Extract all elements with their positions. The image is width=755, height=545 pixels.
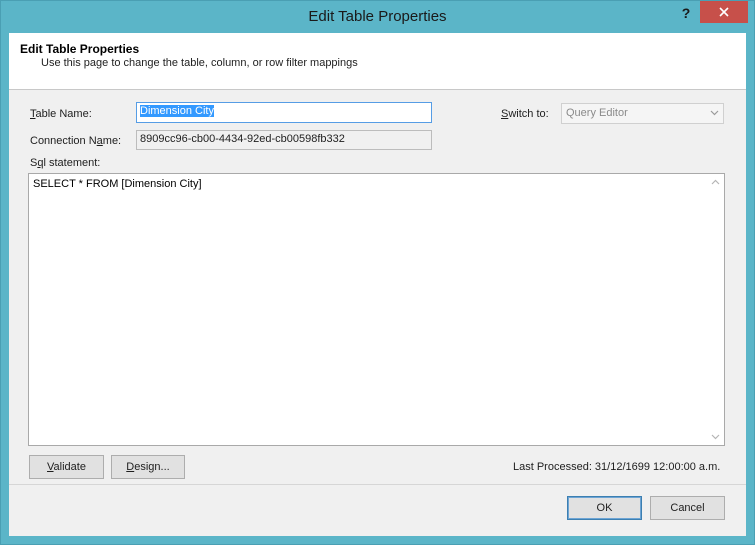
validate-label: alidate <box>53 461 86 473</box>
table-name-label: Table Name: <box>30 108 92 120</box>
connection-name-label: Connection Name: <box>30 135 121 147</box>
last-processed-text: Last Processed: 31/12/1699 12:00:00 a.m. <box>513 461 721 473</box>
scroll-up-icon[interactable] <box>710 177 721 188</box>
switch-to-dropdown[interactable]: Query Editor <box>561 103 724 124</box>
table-name-input[interactable]: Dimension City <box>136 102 432 123</box>
chevron-down-icon <box>710 110 719 116</box>
validate-button[interactable]: Validate <box>29 455 104 479</box>
switch-to-value: Query Editor <box>566 107 628 119</box>
sql-statement-label: Sql statement: <box>30 157 100 169</box>
switch-to-label-text: witch to: <box>508 108 549 120</box>
design-button[interactable]: Design... <box>111 455 185 479</box>
vertical-scrollbar[interactable] <box>707 174 724 445</box>
cancel-button[interactable]: Cancel <box>650 496 725 520</box>
dialog-body: Edit Table Properties Use this page to c… <box>9 33 746 536</box>
close-button[interactable] <box>700 1 748 23</box>
header-panel: Edit Table Properties Use this page to c… <box>9 33 746 90</box>
header-subtitle: Use this page to change the table, colum… <box>41 57 358 69</box>
sql-statement-editor[interactable]: SELECT * FROM [Dimension City] <box>28 173 725 446</box>
window-title: Edit Table Properties <box>308 8 447 25</box>
ok-button[interactable]: OK <box>567 496 642 520</box>
footer-divider <box>9 484 746 485</box>
dialog-window: Edit Table Properties ? Edit Table Prope… <box>0 0 755 545</box>
header-title: Edit Table Properties <box>20 42 140 56</box>
connection-name-label-end: me: <box>102 135 122 147</box>
title-bar[interactable]: Edit Table Properties ? <box>1 1 754 33</box>
sql-label-end: l statement: <box>43 157 101 169</box>
table-name-label-text: able Name: <box>35 108 92 120</box>
switch-to-label: Switch to: <box>501 108 549 120</box>
sql-statement-text: SELECT * FROM [Dimension City] <box>33 178 202 190</box>
help-button[interactable]: ? <box>677 5 695 25</box>
close-icon <box>719 7 729 17</box>
connection-name-field[interactable]: 8909cc96-cb00-4434-92ed-cb00598fb332 <box>136 130 432 150</box>
connection-name-label-start: Connection N <box>30 135 97 147</box>
design-label: esign... <box>134 461 170 473</box>
scroll-down-icon[interactable] <box>710 431 721 442</box>
table-name-value: Dimension City <box>140 105 214 117</box>
